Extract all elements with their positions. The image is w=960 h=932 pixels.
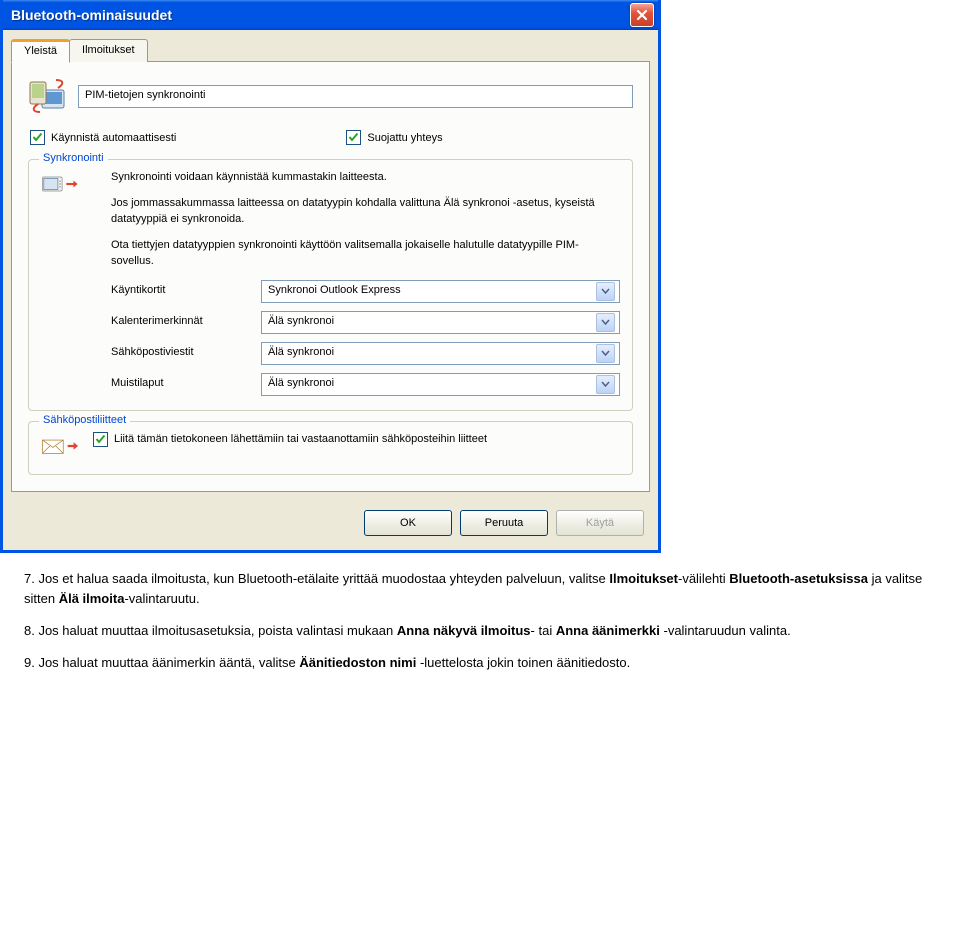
label-email: Sähköpostiviestit bbox=[111, 345, 261, 361]
label-auto-start: Käynnistä automaattisesti bbox=[51, 132, 176, 144]
tab-pane-general: PIM-tietojen synkronointi Käynnistä auto… bbox=[11, 61, 650, 492]
sync-info-1: Synkronointi voidaan käynnistää kummasta… bbox=[111, 170, 620, 186]
titlebar: Bluetooth-ominaisuudet bbox=[3, 0, 658, 30]
sync-info-2: Jos jommassakummassa laitteessa on datat… bbox=[111, 196, 620, 228]
window-title: Bluetooth-ominaisuudet bbox=[11, 7, 630, 23]
tab-general[interactable]: Yleistä bbox=[11, 39, 70, 63]
close-button[interactable] bbox=[630, 3, 654, 27]
select-notes[interactable]: Älä synkronoi bbox=[261, 373, 620, 396]
checkbox-secure-connection[interactable] bbox=[346, 130, 361, 145]
group-attach-legend: Sähköpostiliitteet bbox=[39, 414, 130, 426]
cancel-button[interactable]: Peruuta bbox=[460, 510, 548, 536]
pda-sync-icon bbox=[41, 170, 79, 198]
step-8: 8. Jos haluat muuttaa ilmoitusasetuksia,… bbox=[24, 621, 936, 641]
bluetooth-properties-dialog: Bluetooth-ominaisuudet Yleistä Ilmoituks… bbox=[0, 0, 661, 553]
select-email[interactable]: Älä synkronoi bbox=[261, 342, 620, 365]
document-instructions: 7. Jos et halua saada ilmoitusta, kun Bl… bbox=[0, 553, 960, 716]
check-icon bbox=[32, 132, 43, 143]
label-business-cards: Käyntikortit bbox=[111, 283, 261, 299]
service-name-field[interactable]: PIM-tietojen synkronointi bbox=[78, 85, 633, 108]
envelope-icon bbox=[41, 432, 81, 460]
check-icon bbox=[348, 132, 359, 143]
chevron-down-icon bbox=[596, 375, 615, 394]
apply-button: Käytä bbox=[556, 510, 644, 536]
sync-info-3: Ota tiettyjen datatyyppien synkronointi … bbox=[111, 238, 620, 270]
step-9: 9. Jos haluat muuttaa äänimerkin ääntä, … bbox=[24, 653, 936, 673]
check-icon bbox=[95, 434, 106, 445]
pim-sync-icon bbox=[28, 78, 68, 114]
select-calendar[interactable]: Älä synkronoi bbox=[261, 311, 620, 334]
label-calendar: Kalenterimerkinnät bbox=[111, 314, 261, 330]
dialog-button-row: OK Peruuta Käytä bbox=[3, 500, 658, 550]
checkbox-auto-start[interactable] bbox=[30, 130, 45, 145]
ok-button[interactable]: OK bbox=[364, 510, 452, 536]
label-include-attachments: Liitä tämän tietokoneen lähettämiin tai … bbox=[114, 432, 487, 447]
checkbox-include-attachments[interactable] bbox=[93, 432, 108, 447]
step-7: 7. Jos et halua saada ilmoitusta, kun Bl… bbox=[24, 569, 936, 609]
label-notes: Muistilaput bbox=[111, 376, 261, 392]
select-business-cards[interactable]: Synkronoi Outlook Express bbox=[261, 280, 620, 303]
chevron-down-icon bbox=[596, 282, 615, 301]
chevron-down-icon bbox=[596, 313, 615, 332]
group-synchronization: Synkronointi Synkronointi voidaan käynni… bbox=[28, 159, 633, 411]
group-sync-legend: Synkronointi bbox=[39, 152, 108, 164]
tabstrip: Yleistä Ilmoitukset bbox=[3, 30, 658, 61]
label-secure-connection: Suojattu yhteys bbox=[367, 132, 442, 144]
group-email-attachments: Sähköpostiliitteet Liitä tämän tietokone… bbox=[28, 421, 633, 475]
chevron-down-icon bbox=[596, 344, 615, 363]
tab-notifications[interactable]: Ilmoitukset bbox=[69, 39, 148, 62]
close-icon bbox=[636, 9, 648, 21]
